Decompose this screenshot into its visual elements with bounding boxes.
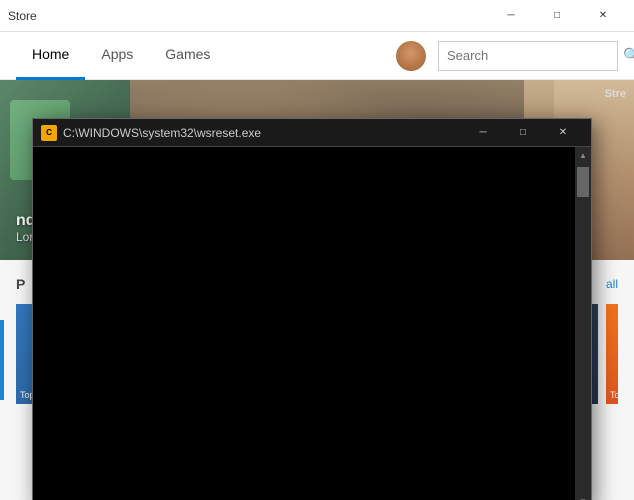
cmd-window-title: C:\WINDOWS\system32\wsreset.exe — [63, 126, 463, 140]
scroll-track — [575, 163, 591, 493]
cmd-body — [33, 147, 591, 500]
store-window: Store ─ □ ✕ Home Apps Games 🔍 — [0, 0, 634, 500]
search-icon[interactable]: 🔍 — [623, 47, 634, 64]
search-input[interactable] — [447, 48, 623, 63]
cmd-icon: C — [41, 125, 57, 141]
avatar[interactable] — [396, 41, 426, 71]
cmd-maximize-button[interactable]: □ — [503, 119, 543, 147]
nav-right: 🔍 — [396, 41, 618, 71]
scroll-down-arrow[interactable]: ▼ — [575, 493, 591, 500]
maximize-button[interactable]: □ — [534, 0, 580, 32]
cmd-minimize-button[interactable]: ─ — [463, 119, 503, 147]
main-content: nds Lord Stre P all Top Lites — [0, 80, 634, 500]
cmd-close-button[interactable]: ✕ — [543, 119, 583, 147]
title-bar: Store ─ □ ✕ — [0, 0, 634, 32]
tab-games[interactable]: Games — [149, 32, 226, 80]
nav-bar: Home Apps Games 🔍 — [0, 32, 634, 80]
title-bar-controls: ─ □ ✕ — [488, 0, 626, 32]
minimize-button[interactable]: ─ — [488, 0, 534, 32]
scroll-thumb[interactable] — [577, 167, 589, 197]
close-button[interactable]: ✕ — [580, 0, 626, 32]
avatar-image — [396, 41, 426, 71]
cmd-window: C C:\WINDOWS\system32\wsreset.exe ─ □ ✕ … — [32, 118, 592, 500]
cmd-controls: ─ □ ✕ — [463, 119, 583, 147]
search-box[interactable]: 🔍 — [438, 41, 618, 71]
nav-tabs: Home Apps Games — [16, 32, 226, 80]
tab-apps[interactable]: Apps — [85, 32, 149, 80]
scroll-up-arrow[interactable]: ▲ — [575, 147, 591, 163]
tab-home[interactable]: Home — [16, 32, 85, 80]
store-title: Store — [8, 9, 37, 23]
cmd-scrollbar: ▲ ▼ — [575, 147, 591, 500]
cmd-title-bar: C C:\WINDOWS\system32\wsreset.exe ─ □ ✕ — [33, 119, 591, 147]
